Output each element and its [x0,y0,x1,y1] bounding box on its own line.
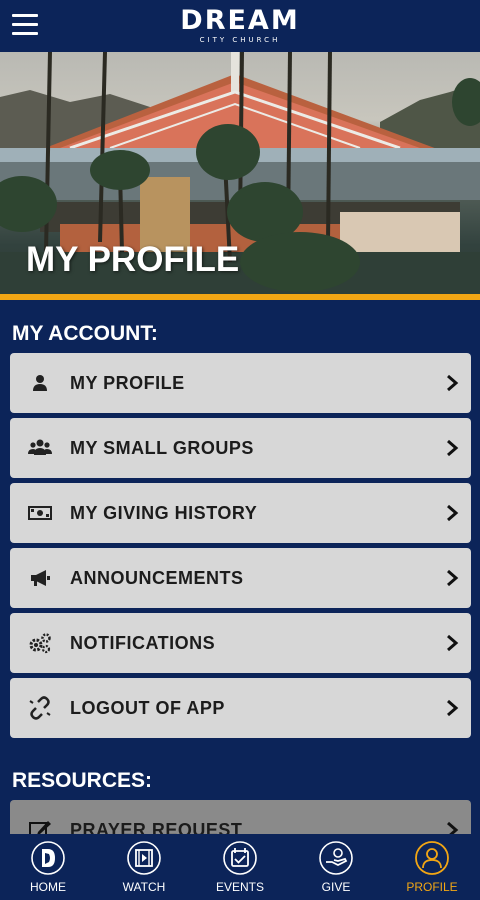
accent-divider [0,294,480,300]
nav-tab-watch[interactable]: WATCH [96,834,192,900]
menu-item-notifications[interactable]: NOTIFICATIONS [10,613,471,673]
chevron-right-icon [447,569,459,587]
nav-label: PROFILE [406,880,458,894]
gears-icon [29,633,51,654]
give-hand-icon [319,841,353,875]
logo-main-text: DREAM [180,5,300,36]
account-section-title: MY ACCOUNT: [12,322,158,345]
megaphone-icon [31,570,50,586]
app-logo: DREAM CITY CHURCH [0,6,480,45]
menu-item-label: MY PROFILE [70,373,185,393]
page-title: MY PROFILE [26,240,240,279]
money-icon [28,506,52,520]
profile-icon [415,841,449,875]
menu-item-announcements[interactable]: ANNOUNCEMENTS [10,548,471,608]
users-icon [28,439,52,455]
menu-item-label: MY SMALL GROUPS [70,438,254,458]
nav-label: HOME [30,880,66,894]
menu-item-label: MY GIVING HISTORY [70,503,258,523]
user-icon [33,375,47,391]
menu-item-logout[interactable]: LOGOUT OF APP [10,678,471,738]
chevron-right-icon [447,439,459,457]
home-logo-icon [31,841,65,875]
nav-tab-events[interactable]: EVENTS [192,834,288,900]
menu-item-my-profile[interactable]: MY PROFILE [10,353,471,413]
nav-tab-give[interactable]: GIVE [288,834,384,900]
nav-label: GIVE [321,880,351,894]
menu-item-label: NOTIFICATIONS [70,633,216,653]
calendar-icon [223,841,257,875]
hero-banner: MY PROFILE [0,52,480,294]
menu-item-label: ANNOUNCEMENTS [70,568,244,588]
top-bar: DREAM CITY CHURCH [0,0,480,52]
menu-item-label: LOGOUT OF APP [70,698,225,718]
nav-label: EVENTS [215,880,264,894]
unlink-icon [29,696,51,720]
menu-item-small-groups[interactable]: MY SMALL GROUPS [10,418,471,478]
bottom-navigation: HOME WATCH EVENTS GIVE PROFILE [0,834,480,900]
chevron-right-icon [447,504,459,522]
nav-label: WATCH [122,880,166,894]
film-icon [127,841,161,875]
nav-tab-profile[interactable]: PROFILE [384,834,480,900]
nav-tab-home[interactable]: HOME [0,834,96,900]
resources-section-title: RESOURCES: [12,769,153,792]
menu-item-giving-history[interactable]: MY GIVING HISTORY [10,483,471,543]
chevron-right-icon [447,699,459,717]
chevron-right-icon [447,634,459,652]
logo-sub-text: CITY CHURCH [199,36,281,44]
chevron-right-icon [447,374,459,392]
